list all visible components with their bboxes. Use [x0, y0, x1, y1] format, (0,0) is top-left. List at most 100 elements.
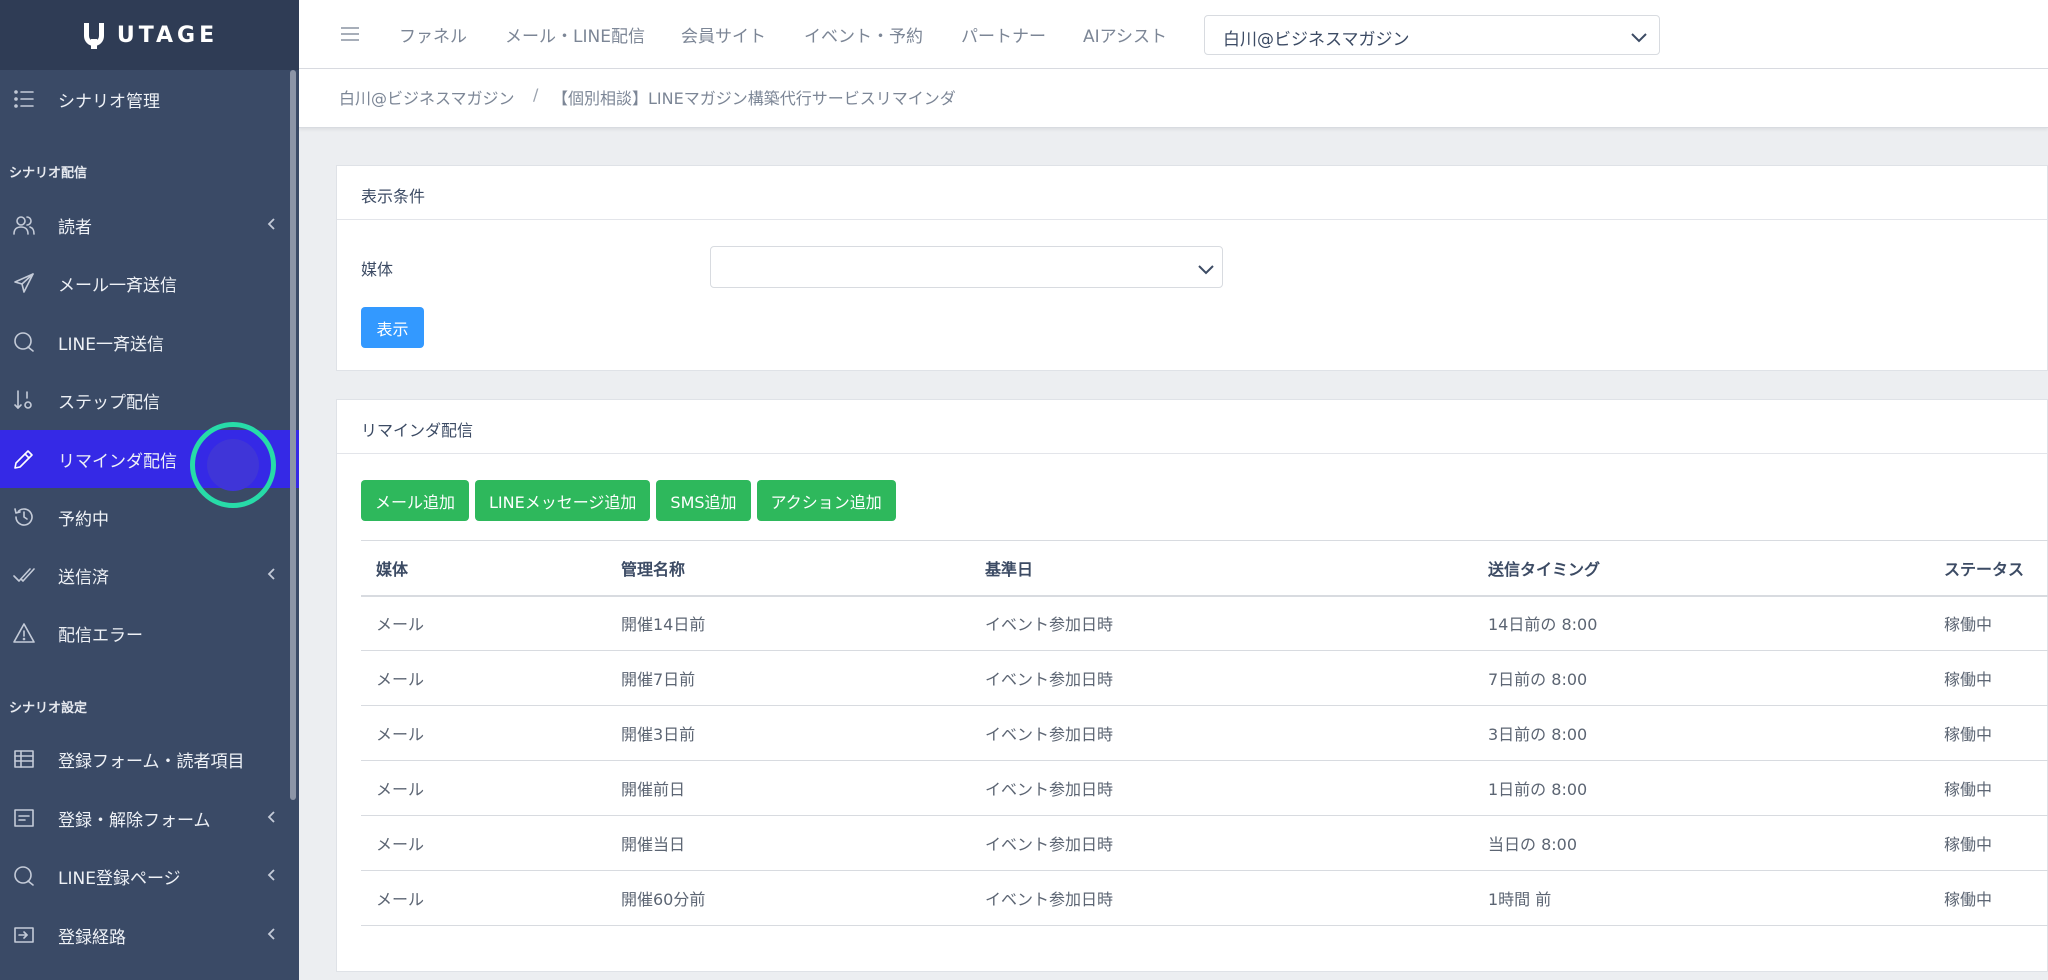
cell-status: 稼働中 — [1929, 595, 2048, 651]
chevron-left-icon — [267, 215, 277, 235]
cell-timing: 当日の 8:00 — [1473, 815, 1929, 871]
sidebar-item-label: 登録・解除フォーム — [58, 810, 211, 831]
sidebar-item-label: シナリオ管理 — [58, 91, 160, 112]
chat-bubble-icon — [12, 330, 36, 354]
cell-name[interactable]: 開催前日 — [606, 760, 970, 816]
sidebar-item-label: ステップ配信 — [58, 392, 160, 413]
table-row[interactable]: メール 開催3日前 イベント参加日時 3日前の 8:00 稼働中 — [361, 705, 2048, 761]
table-row[interactable]: メール 開催7日前 イベント参加日時 7日前の 8:00 稼働中 — [361, 650, 2048, 706]
sidebar-item-label: LINE登録ページ — [58, 868, 181, 889]
table-row[interactable]: メール 開催60分前 イベント参加日時 1時間 前 稼働中 — [361, 870, 2048, 926]
sidebar-item-label: 予約中 — [58, 509, 109, 530]
cell-name[interactable]: 開催7日前 — [606, 650, 970, 706]
breadcrumb-item-current: 【個別相談】LINEマガジン構築代行サービスリマインダ — [552, 89, 956, 108]
add-action-button[interactable]: アクション追加 — [756, 480, 896, 521]
sidebar-item-mail-broadcast[interactable]: メール一斉送信 — [0, 254, 299, 312]
nav-link-funnel[interactable]: ファネル — [399, 22, 467, 47]
double-check-icon — [12, 563, 36, 587]
sidebar-item-label: 送信済 — [58, 567, 109, 588]
login-icon — [12, 923, 36, 947]
cell-name[interactable]: 開催60分前 — [606, 870, 970, 926]
table-row[interactable]: メール 開催前日 イベント参加日時 1日前の 8:00 稼働中 — [361, 760, 2048, 816]
reminder-card-title: リマインダ配信 — [337, 400, 2047, 454]
brand[interactable]: UTAGE — [0, 0, 299, 70]
add-buttons-row: メール追加 LINEメッセージ追加 SMS追加 アクション追加 — [361, 480, 896, 521]
table-icon — [12, 747, 36, 771]
sort-numeric-icon — [12, 388, 36, 412]
breadcrumb: 白川@ビジネスマガジン / 【個別相談】LINEマガジン構築代行サービスリマイン… — [299, 69, 2048, 128]
warning-icon — [12, 621, 36, 645]
sidebar-item-delivery-error[interactable]: 配信エラー — [0, 604, 299, 662]
cell-timing: 1時間 前 — [1473, 870, 1929, 926]
cell-status: 稼働中 — [1929, 760, 2048, 816]
add-mail-button[interactable]: メール追加 — [361, 480, 470, 521]
sidebar-section-settings: シナリオ設定 — [9, 701, 88, 716]
table-row[interactable]: メール 開催当日 イベント参加日時 当日の 8:00 稼働中 — [361, 815, 2048, 871]
column-header-status[interactable]: ステータス — [1929, 540, 2048, 597]
show-button[interactable]: 表示 — [361, 307, 424, 348]
reminder-card: リマインダ配信 メール追加 LINEメッセージ追加 SMS追加 アクション追加 … — [336, 399, 2048, 972]
breadcrumb-separator: / — [533, 85, 539, 104]
nav-link-mail-line[interactable]: メール・LINE配信 — [505, 22, 645, 47]
cell-status: 稼働中 — [1929, 815, 2048, 871]
table-row[interactable]: メール 開催14日前 イベント参加日時 14日前の 8:00 稼働中 — [361, 595, 2048, 651]
sidebar-item-line-broadcast[interactable]: LINE一斉送信 — [0, 313, 299, 371]
sidebar-item-registration-route[interactable]: 登録経路 — [0, 906, 299, 964]
cell-base-date: イベント参加日時 — [970, 815, 1473, 871]
sidebar-item-label: 配信エラー — [58, 625, 143, 646]
sidebar-scrollbar[interactable] — [290, 70, 296, 800]
users-icon — [12, 213, 36, 237]
cell-timing: 7日前の 8:00 — [1473, 650, 1929, 706]
sidebar-item-label: リマインダ配信 — [58, 451, 177, 472]
column-header-timing[interactable]: 送信タイミング — [1473, 540, 1929, 597]
sidebar-item-step-delivery[interactable]: ステップ配信 — [0, 371, 299, 429]
sidebar-item-subscribe-forms[interactable]: 登録・解除フォーム — [0, 789, 299, 847]
brand-name: UTAGE — [116, 22, 219, 48]
cell-media: メール — [361, 650, 606, 706]
pencil-icon — [12, 447, 36, 471]
cell-media: メール — [361, 815, 606, 871]
cell-status: 稼働中 — [1929, 650, 2048, 706]
column-header-base-date[interactable]: 基準日 — [970, 540, 1473, 597]
column-header-name[interactable]: 管理名称 — [606, 540, 970, 597]
nav-link-partner[interactable]: パートナー — [961, 22, 1046, 47]
chevron-left-icon — [267, 866, 277, 886]
cell-base-date: イベント参加日時 — [970, 705, 1473, 761]
add-sms-button[interactable]: SMS追加 — [656, 480, 751, 521]
sidebar-item-label: 登録フォーム・読者項目 — [58, 751, 245, 772]
cell-status: 稼働中 — [1929, 705, 2048, 761]
cell-media: メール — [361, 760, 606, 816]
cell-base-date: イベント参加日時 — [970, 650, 1473, 706]
cell-name[interactable]: 開催14日前 — [606, 595, 970, 651]
chevron-down-icon — [1198, 260, 1214, 279]
top-header: ファネル メール・LINE配信 会員サイト イベント・予約 パートナー AIアシ… — [299, 0, 2048, 69]
add-line-message-button[interactable]: LINEメッセージ追加 — [475, 480, 651, 521]
media-select[interactable] — [710, 246, 1223, 288]
cell-base-date: イベント参加日時 — [970, 870, 1473, 926]
nav-link-event-booking[interactable]: イベント・予約 — [804, 22, 923, 47]
chevron-down-icon — [1631, 28, 1647, 48]
account-select[interactable]: 白川@ビジネスマガジン — [1204, 15, 1660, 55]
cell-media: メール — [361, 595, 606, 651]
nav-link-member-site[interactable]: 会員サイト — [681, 22, 766, 47]
cell-timing: 1日前の 8:00 — [1473, 760, 1929, 816]
media-label: 媒体 — [361, 260, 394, 279]
sidebar-item-sent[interactable]: 送信済 — [0, 546, 299, 604]
column-header-media[interactable]: 媒体 — [361, 540, 606, 597]
cell-timing: 3日前の 8:00 — [1473, 705, 1929, 761]
sidebar-item-scenario-management[interactable]: シナリオ管理 — [0, 70, 299, 128]
cell-media: メール — [361, 705, 606, 761]
breadcrumb-item-account[interactable]: 白川@ビジネスマガジン — [339, 85, 515, 109]
cell-name[interactable]: 開催3日前 — [606, 705, 970, 761]
cell-name[interactable]: 開催当日 — [606, 815, 970, 871]
list-icon — [12, 87, 36, 111]
cell-timing: 14日前の 8:00 — [1473, 595, 1929, 651]
sidebar-item-readers[interactable]: 読者 — [0, 196, 299, 254]
filter-card-title: 表示条件 — [337, 166, 2047, 220]
nav-link-ai-assist[interactable]: AIアシスト — [1083, 22, 1167, 47]
sidebar-item-line-registration-page[interactable]: LINE登録ページ — [0, 847, 299, 905]
hamburger-menu-icon[interactable] — [340, 24, 360, 44]
sidebar-item-registration-fields[interactable]: 登録フォーム・読者項目 — [0, 730, 299, 788]
reminder-table: 媒体 管理名称 基準日 送信タイミング ステータス メール 開催14日前 イベン… — [361, 540, 2048, 926]
table-header-row: 媒体 管理名称 基準日 送信タイミング ステータス — [361, 540, 2048, 597]
